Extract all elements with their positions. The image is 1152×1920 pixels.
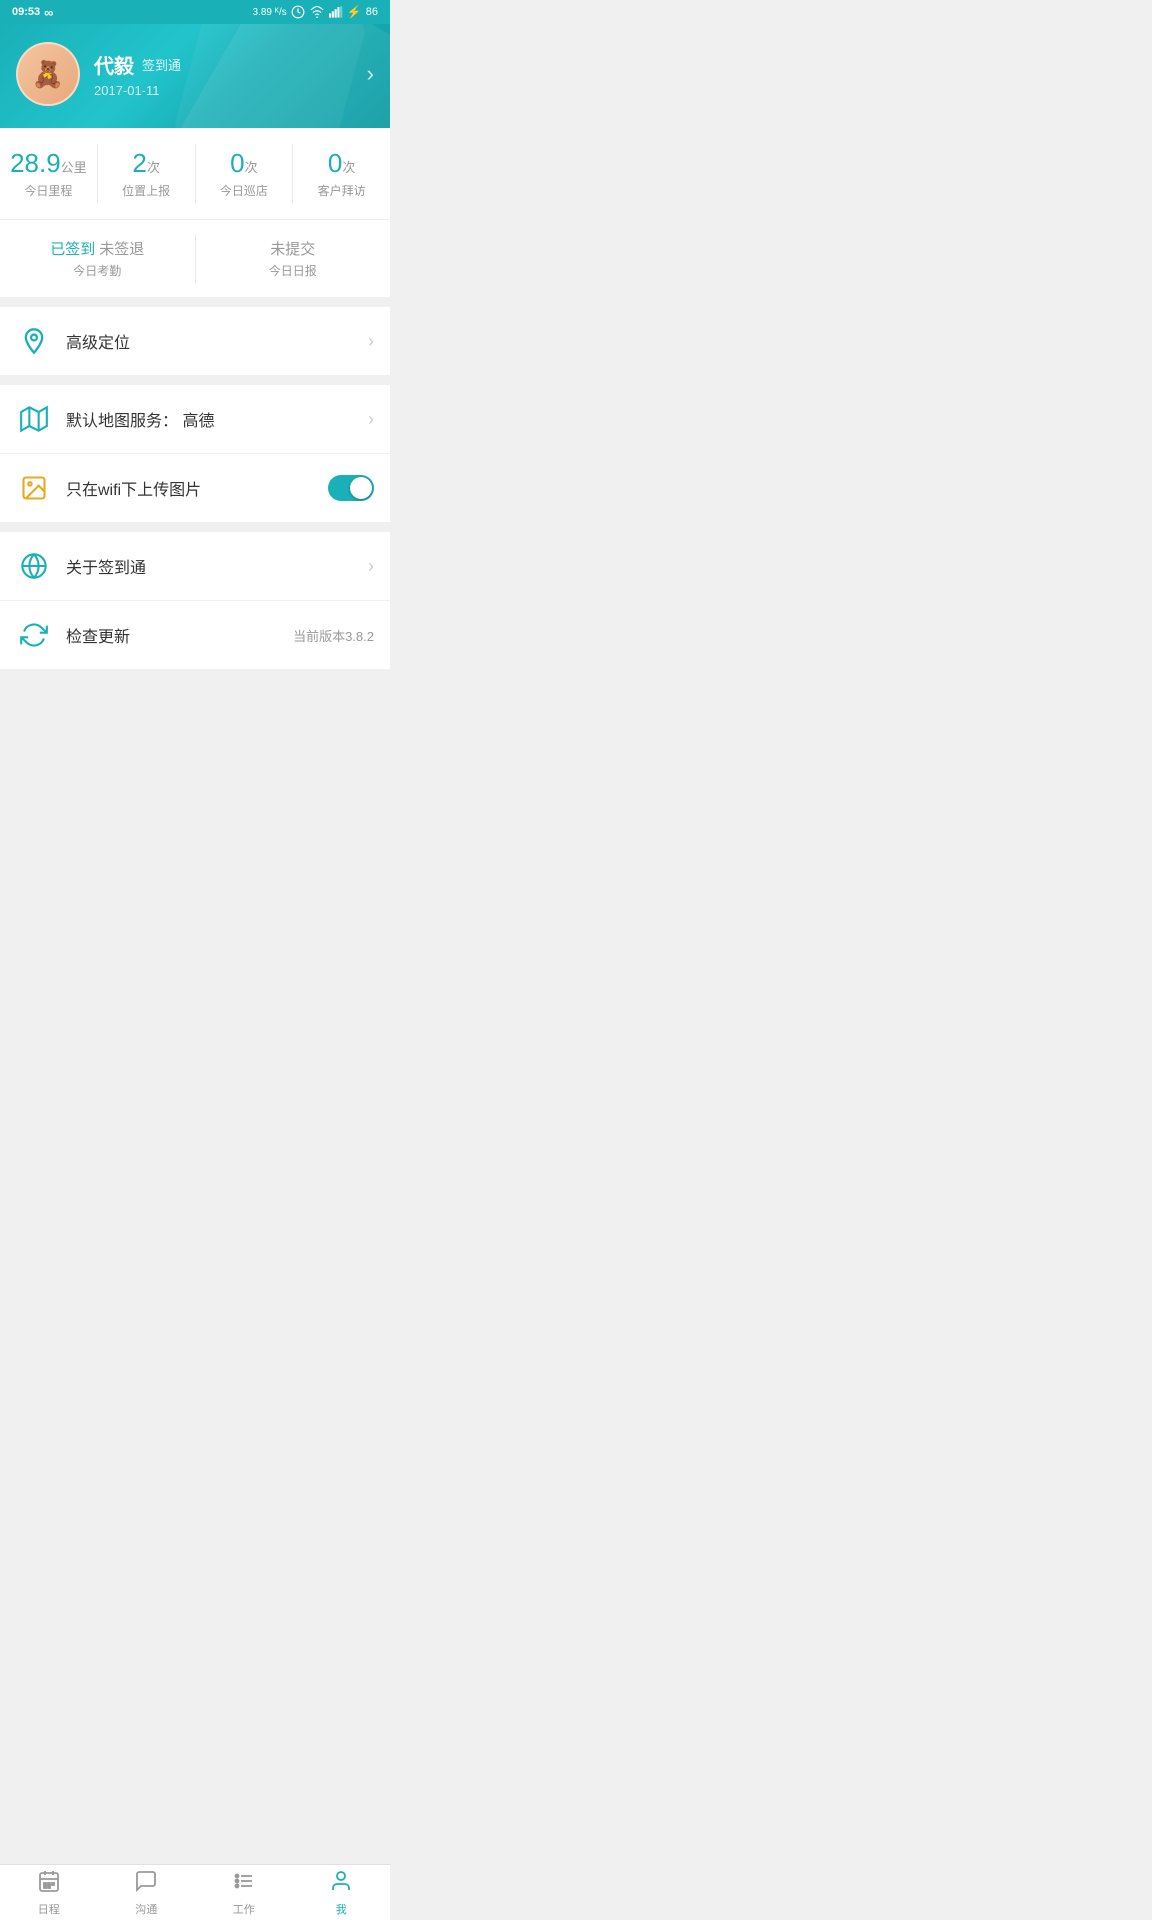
- list-icon: [232, 1869, 256, 1899]
- attendance-label: 今日考勤: [0, 262, 195, 279]
- mileage-label: 今日里程: [0, 182, 97, 199]
- chat-icon: [134, 1869, 158, 1899]
- menu-section-3: 关于签到通 › 检查更新 当前版本3.8.2: [0, 532, 390, 669]
- visit-unit: 次: [342, 160, 355, 175]
- about-menu-label: 关于签到通: [66, 554, 368, 578]
- checkout-status: 未签退: [99, 238, 144, 259]
- update-menu-label: 检查更新: [66, 623, 293, 647]
- refresh-icon: [16, 617, 52, 653]
- stat-visit: 0次 客户拜访: [293, 144, 390, 203]
- divider-3: [0, 522, 390, 532]
- map-menu-right: ›: [368, 409, 374, 430]
- version-text: 当前版本3.8.2: [293, 626, 374, 645]
- stat-mileage: 28.9公里 今日里程: [0, 144, 98, 203]
- divider-1: [0, 297, 390, 307]
- patrol-unit: 次: [245, 160, 258, 175]
- message-nav-label: 沟通: [135, 1901, 157, 1917]
- status-bar: 09:53 ∞ 3.89 ᴷ/s ⚡ 86: [0, 0, 390, 24]
- work-nav-label: 工作: [233, 1901, 255, 1917]
- attendance-section: 已签到 未签退 今日考勤 未提交 今日日报: [0, 220, 390, 297]
- status-right: 3.89 ᴷ/s ⚡ 86: [253, 5, 378, 19]
- report-label: 今日日报: [196, 262, 391, 279]
- schedule-nav-label: 日程: [38, 1901, 60, 1917]
- calendar-icon: [37, 1869, 61, 1899]
- patrol-value: 0: [230, 148, 244, 178]
- location-label: 位置上报: [98, 182, 195, 199]
- menu-item-about[interactable]: 关于签到通 ›: [0, 532, 390, 601]
- avatar-image: 🧸: [18, 44, 78, 104]
- menu-item-update[interactable]: 检查更新 当前版本3.8.2: [0, 601, 390, 669]
- stat-location: 2次 位置上报: [98, 144, 196, 203]
- location-unit: 次: [147, 160, 160, 175]
- globe-icon: [16, 548, 52, 584]
- about-chevron-icon: ›: [368, 556, 374, 577]
- attendance-report[interactable]: 未提交 今日日报: [196, 234, 391, 283]
- about-menu-right: ›: [368, 556, 374, 577]
- nav-item-schedule[interactable]: 日程: [0, 1865, 98, 1920]
- wifi-toggle[interactable]: [328, 475, 374, 501]
- report-status: 未提交: [270, 238, 315, 259]
- wifi-menu-right: [328, 475, 374, 501]
- person-icon: [329, 1869, 353, 1899]
- menu-section-2: 默认地图服务： 高德 › 只在wifi下上传图片: [0, 385, 390, 522]
- time-display: 09:53: [12, 6, 40, 18]
- me-nav-label: 我: [336, 1901, 347, 1917]
- infinity-icon: ∞: [44, 5, 53, 20]
- mileage-unit: 公里: [61, 160, 87, 175]
- charging-icon: ⚡: [347, 5, 362, 19]
- stats-section: 28.9公里 今日里程 2次 位置上报 0次 今日巡店 0次 客户拜访: [0, 128, 390, 219]
- nav-item-me[interactable]: 我: [293, 1865, 391, 1920]
- map-icon: [16, 401, 52, 437]
- image-icon: [16, 470, 52, 506]
- visit-label: 客户拜访: [293, 182, 390, 199]
- location-value: 2: [132, 148, 146, 178]
- speed-display: 3.89 ᴷ/s: [253, 7, 287, 18]
- toggle-thumb: [350, 477, 372, 499]
- avatar: 🧸: [16, 42, 80, 106]
- mileage-value: 28.9: [10, 148, 61, 178]
- profile-info: 代毅 签到通 2017-01-11: [94, 50, 353, 98]
- location-menu-label: 高级定位: [66, 329, 368, 353]
- map-menu-label: 默认地图服务： 高德: [66, 407, 368, 431]
- menu-item-wifi[interactable]: 只在wifi下上传图片: [0, 454, 390, 522]
- menu-item-location[interactable]: 高级定位 ›: [0, 307, 390, 375]
- status-left: 09:53 ∞: [12, 5, 53, 20]
- profile-date: 2017-01-11: [94, 83, 353, 98]
- map-chevron-icon: ›: [368, 409, 374, 430]
- app-tag: 签到通: [142, 55, 181, 74]
- menu-section: 高级定位 ›: [0, 307, 390, 375]
- location-chevron-icon: ›: [368, 331, 374, 352]
- stat-patrol: 0次 今日巡店: [196, 144, 294, 203]
- signal-icon: [329, 5, 343, 19]
- visit-value: 0: [328, 148, 342, 178]
- location-menu-right: ›: [368, 331, 374, 352]
- attendance-checkin[interactable]: 已签到 未签退 今日考勤: [0, 234, 196, 283]
- user-name: 代毅: [94, 50, 134, 79]
- clock-icon: [291, 5, 305, 19]
- nav-item-work[interactable]: 工作: [195, 1865, 293, 1920]
- patrol-label: 今日巡店: [196, 182, 293, 199]
- checkin-status: 已签到: [50, 238, 95, 259]
- bottom-nav: 日程 沟通 工作 我: [0, 1864, 390, 1920]
- update-menu-right: 当前版本3.8.2: [293, 626, 374, 645]
- battery-display: 86: [366, 6, 378, 18]
- location-icon: [16, 323, 52, 359]
- wifi-icon: [309, 5, 325, 19]
- header-banner[interactable]: 🧸 代毅 签到通 2017-01-11 ›: [0, 24, 390, 128]
- menu-item-map[interactable]: 默认地图服务： 高德 ›: [0, 385, 390, 454]
- wifi-menu-label: 只在wifi下上传图片: [66, 476, 328, 500]
- profile-chevron-icon[interactable]: ›: [367, 61, 374, 87]
- divider-2: [0, 375, 390, 385]
- nav-item-message[interactable]: 沟通: [98, 1865, 196, 1920]
